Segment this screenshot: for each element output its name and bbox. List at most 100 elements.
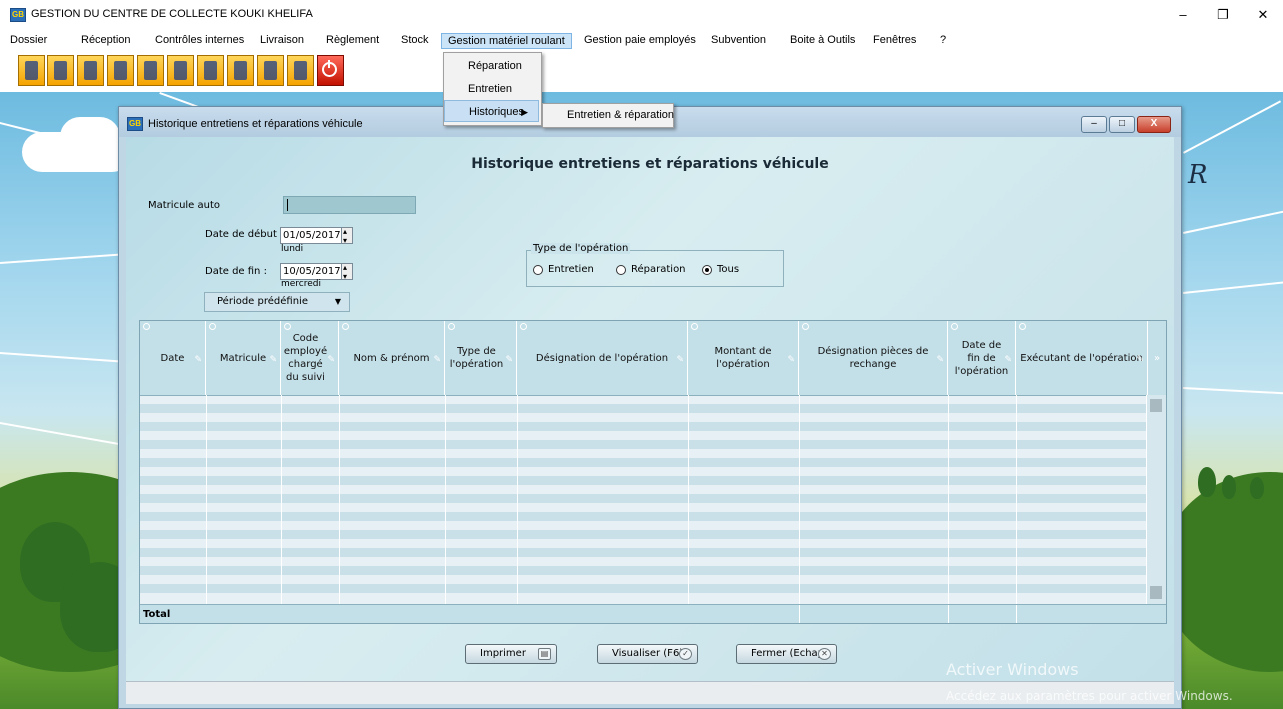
window-maximize-button[interactable]: □ xyxy=(1109,116,1135,133)
table-row[interactable] xyxy=(140,548,1147,557)
menu-subvention[interactable]: Subvention xyxy=(711,34,766,46)
power-icon[interactable] xyxy=(317,55,344,86)
menu-reception[interactable]: Réception xyxy=(81,34,131,46)
tool-icon-6[interactable] xyxy=(167,55,194,86)
history-table[interactable]: Date ✎ Matricule ✎ Code employé chargé du … xyxy=(139,320,1167,624)
column-divider xyxy=(281,395,282,604)
column-header[interactable]: Nom & prénom ✎ xyxy=(339,321,445,395)
radio-reparation[interactable] xyxy=(616,265,626,275)
column-header[interactable]: Date de fin de l'opération ✎ xyxy=(948,321,1016,395)
date-fin-spinner[interactable] xyxy=(341,260,352,284)
pencil-icon: ✎ xyxy=(505,355,513,365)
radio-reparation-label: Réparation xyxy=(631,264,686,275)
table-row[interactable] xyxy=(140,512,1147,521)
scroll-down-button[interactable] xyxy=(1150,586,1162,599)
tool-icon-7[interactable] xyxy=(197,55,224,86)
menu-dossier[interactable]: Dossier xyxy=(10,34,47,46)
print-button-label: Imprimer xyxy=(480,648,526,659)
menu-boite-a-outils[interactable]: Boite à Outils xyxy=(790,34,855,46)
window-content: Historique entretiens et réparations véh… xyxy=(126,137,1174,703)
menu-gestion-paie-employes[interactable]: Gestion paie employés xyxy=(584,34,696,46)
matricule-input[interactable] xyxy=(283,196,416,214)
date-fin-label: Date de fin : xyxy=(205,266,267,277)
window-close-button[interactable]: X xyxy=(1137,116,1171,133)
date-debut-spinner[interactable] xyxy=(341,224,352,248)
date-debut-label: Date de début : xyxy=(205,229,284,240)
radio-tous[interactable] xyxy=(702,265,712,275)
scroll-up-button[interactable] xyxy=(1150,399,1162,412)
column-header[interactable]: Désignation de l'opération ✎ xyxy=(517,321,688,395)
table-row[interactable] xyxy=(140,584,1147,593)
tool-icon-2[interactable] xyxy=(47,55,74,86)
close-button[interactable]: ✕ xyxy=(1243,4,1283,26)
column-header[interactable]: Code employé chargé du suivi ✎ xyxy=(281,321,339,395)
menu-item-entretien-reparation[interactable]: Entretien & réparation xyxy=(543,104,674,126)
table-row[interactable] xyxy=(140,404,1147,413)
table-row[interactable] xyxy=(140,440,1147,449)
table-row[interactable] xyxy=(140,494,1147,503)
tool-icon-9[interactable] xyxy=(257,55,284,86)
activation-watermark-subtitle: Accédez aux paramètres pour activer Wind… xyxy=(946,689,1233,703)
menubar: Dossier Réception Contrôles internes Liv… xyxy=(0,30,1283,52)
tool-icon-5[interactable] xyxy=(137,55,164,86)
column-header[interactable]: Type de l'opération ✎ xyxy=(445,321,517,395)
pencil-icon: ✎ xyxy=(1004,355,1012,365)
table-header: Date ✎ Matricule ✎ Code employé chargé du … xyxy=(140,321,1166,396)
table-total-row: Total xyxy=(140,604,1166,623)
tool-icon-1[interactable] xyxy=(18,55,45,86)
column-header[interactable]: Date ✎ xyxy=(140,321,206,395)
table-row[interactable] xyxy=(140,458,1147,467)
menu-item-entretien[interactable]: Entretien xyxy=(444,78,539,100)
window-minimize-button[interactable]: – xyxy=(1081,116,1107,133)
date-debut-picker[interactable]: 01/05/2017 xyxy=(280,224,353,248)
minimize-button[interactable]: – xyxy=(1163,4,1203,26)
menu-gestion-materiel-roulant[interactable]: Gestion matériel roulant xyxy=(441,33,572,49)
table-scrollbar[interactable] xyxy=(1146,395,1166,604)
menu-fenetres[interactable]: Fenêtres xyxy=(873,34,916,46)
type-operation-title: Type de l'opération xyxy=(531,243,631,254)
fermer-button[interactable]: Fermer (Echap) ✕ xyxy=(736,644,837,664)
app-title: GESTION DU CENTRE DE COLLECTE KOUKI KHEL… xyxy=(31,8,313,20)
column-divider xyxy=(688,395,689,604)
print-button[interactable]: Imprimer ▤ xyxy=(465,644,557,664)
menu-help[interactable]: ? xyxy=(940,34,946,46)
column-header[interactable]: Matricule ✎ xyxy=(206,321,281,395)
menu-reglement[interactable]: Règlement xyxy=(326,34,379,46)
pencil-icon: ✎ xyxy=(676,355,684,365)
history-window: GB Historique entretiens et réparations … xyxy=(118,106,1182,709)
date-fin-picker[interactable]: 10/05/2017 xyxy=(280,260,353,284)
table-row[interactable] xyxy=(140,566,1147,575)
periode-predefinie-select[interactable]: Période prédéfinie ▼ xyxy=(204,292,350,312)
menu-item-reparation[interactable]: Réparation xyxy=(444,55,539,77)
tool-icon-4[interactable] xyxy=(107,55,134,86)
historiques-submenu: Entretien & réparation xyxy=(542,103,674,128)
tool-icon-8[interactable] xyxy=(227,55,254,86)
visualiser-button[interactable]: Visualiser (F6) ✓ xyxy=(597,644,698,664)
date-debut-value: 01/05/2017 xyxy=(283,230,341,241)
total-label: Total xyxy=(143,609,171,620)
column-divider xyxy=(1016,395,1017,604)
chevron-right-icon: ▶ xyxy=(521,107,528,117)
table-row[interactable] xyxy=(140,530,1147,539)
pencil-icon: ✎ xyxy=(327,355,335,365)
menu-livraison[interactable]: Livraison xyxy=(260,34,304,46)
column-divider xyxy=(948,395,949,604)
menu-controles-internes[interactable]: Contrôles internes xyxy=(155,34,244,46)
column-header[interactable]: Montant de l'opération ✎ xyxy=(688,321,799,395)
visualiser-button-label: Visualiser (F6) xyxy=(612,648,684,659)
maximize-button[interactable]: ❐ xyxy=(1203,4,1243,26)
table-row[interactable] xyxy=(140,422,1147,431)
menu-item-historiques[interactable]: Historiques ▶ xyxy=(444,100,539,122)
app-titlebar: GB GESTION DU CENTRE DE COLLECTE KOUKI K… xyxy=(0,0,1283,30)
printer-icon: ▤ xyxy=(538,648,551,660)
tool-icon-10[interactable] xyxy=(287,55,314,86)
tool-icon-3[interactable] xyxy=(77,55,104,86)
menu-stock[interactable]: Stock xyxy=(401,34,429,46)
date-fin-day: mercredi xyxy=(281,279,322,289)
radio-entretien[interactable] xyxy=(533,265,543,275)
table-row[interactable] xyxy=(140,476,1147,485)
column-header[interactable]: Désignation pièces de rechange ✎ xyxy=(799,321,948,395)
column-chooser-icon[interactable]: » xyxy=(1148,321,1166,395)
column-header[interactable]: Exécutant de l'opération ✎ xyxy=(1016,321,1148,395)
column-divider xyxy=(339,395,340,604)
